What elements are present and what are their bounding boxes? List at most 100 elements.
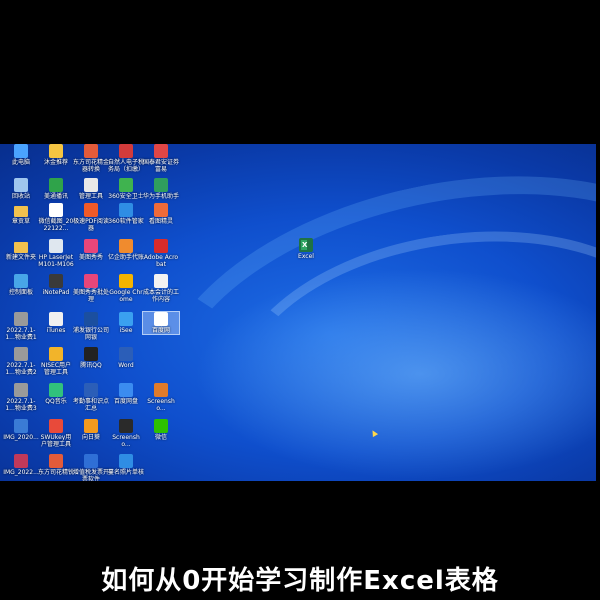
image-icon — [14, 312, 28, 326]
desktop-shortcut[interactable]: 国泰君安证券富易 — [143, 144, 179, 173]
desktop-shortcut[interactable]: iNotePad — [38, 274, 74, 296]
desktop-shortcut[interactable]: 美通播讯 — [38, 178, 74, 200]
desktop-shortcut-label: Google Chrome — [109, 289, 143, 303]
desktop-shortcut[interactable]: Adobe Acrobat — [143, 239, 179, 268]
desktop-shortcut[interactable]: 蔓名照片单核 — [108, 454, 144, 476]
pdf-icon — [84, 203, 98, 217]
desktop-shortcut[interactable]: 新建文件夹 — [3, 239, 39, 261]
folder-icon — [14, 206, 28, 217]
acrobat-icon — [154, 239, 168, 253]
desktop-shortcut[interactable]: 美图秀秀批处理 — [73, 274, 109, 303]
document-icon — [84, 383, 98, 397]
excel-shortcut-label: Excel — [298, 253, 314, 260]
desktop-shortcut[interactable]: 百度网 — [142, 311, 180, 335]
photo-app-icon — [84, 239, 98, 253]
desktop-shortcut[interactable]: 微信 — [143, 419, 179, 441]
image-icon — [14, 419, 28, 433]
desktop-shortcut[interactable]: 微信截图_2022122... — [38, 203, 74, 232]
printer-icon — [49, 239, 63, 253]
desktop-shortcut[interactable]: HP LaserJet M101-M106 — [38, 239, 74, 268]
app-icon — [49, 144, 63, 158]
desktop-shortcut[interactable]: 2022.7.1-1...物业费3 — [3, 383, 39, 412]
desktop-shortcut[interactable]: 360软件管家 — [108, 203, 144, 225]
desktop-shortcut-label: 360软件管家 — [108, 218, 144, 225]
desktop-shortcut[interactable]: iSee — [108, 312, 144, 334]
desktop-shortcut[interactable]: 极速PDF阅读器 — [73, 203, 109, 232]
viewer-icon — [154, 203, 168, 217]
desktop-shortcut-label: Adobe Acrobat — [143, 254, 179, 268]
app-icon — [119, 239, 133, 253]
desktop-shortcut[interactable]: Word — [108, 347, 144, 369]
key-icon — [49, 419, 63, 433]
desktop-shortcut[interactable]: 管理工具 — [73, 178, 109, 200]
desktop-shortcut[interactable]: 看图精灵 — [143, 203, 179, 225]
shield-icon — [119, 178, 133, 192]
desktop-shortcut[interactable]: NISEC用户管理工具 — [38, 347, 74, 376]
wallpaper-light-sweep-2 — [213, 203, 596, 481]
desktop-shortcut[interactable]: 回收站 — [3, 178, 39, 200]
desktop-shortcut[interactable]: 360安全卫士 — [108, 178, 144, 200]
desktop-shortcut[interactable]: Google Chrome — [108, 274, 144, 303]
desktop-shortcut[interactable]: 美图秀秀 — [73, 239, 109, 261]
desktop-shortcut[interactable]: SWUkey用户管理工具 — [38, 419, 74, 448]
tax-icon — [119, 144, 133, 158]
photo-app-icon — [84, 274, 98, 288]
desktop-shortcut[interactable]: 控制面板 — [3, 274, 39, 296]
desktop-shortcut-label: 浦发银行公司网银 — [73, 327, 110, 341]
desktop-shortcut[interactable]: 考勤事和识点汇总 — [73, 383, 109, 412]
desktop-shortcut[interactable]: 百度网盘 — [108, 383, 144, 405]
folder-icon — [14, 242, 28, 253]
desktop-shortcut-label: 微信 — [154, 434, 167, 441]
desktop-shortcut[interactable]: 2022.7.1-1...物业费2 — [3, 347, 39, 376]
stock-icon — [154, 144, 168, 158]
desktop-shortcut-label: Word — [118, 362, 134, 369]
desktop-shortcut[interactable]: 自然人电子税务局（扣缴） — [108, 144, 144, 173]
desktop-shortcut-label: 亿企助手代账 — [108, 254, 145, 261]
desktop-shortcut-label: 回收站 — [11, 193, 30, 200]
desktop-shortcut[interactable]: 增值税发票开票软件 — [73, 454, 109, 481]
notepad-icon — [49, 274, 63, 288]
invoice-icon — [84, 454, 98, 468]
desktop-shortcut[interactable]: Screensho... — [143, 383, 179, 412]
desktop-shortcut-label: QQ音乐 — [45, 398, 67, 405]
cloud-icon — [119, 383, 133, 397]
desktop-shortcut[interactable]: 东方司花精金器转换 — [73, 144, 109, 173]
user-tool-icon — [49, 347, 63, 361]
desktop-shortcut[interactable]: 腾讯QQ — [73, 347, 109, 369]
baidu-icon — [154, 312, 168, 326]
desktop-shortcut-label: 百度网盘 — [113, 398, 138, 405]
image-icon — [119, 419, 133, 433]
desktop-shortcut[interactable]: 华为手机助手 — [143, 178, 179, 200]
desktop-shortcut-label: 自然人电子税务局（扣缴） — [108, 159, 145, 173]
desktop-shortcut-label: iTunes — [46, 327, 66, 334]
desktop-shortcut[interactable]: 沐金推荐 — [38, 144, 74, 166]
desktop-shortcut-label: 新建文件夹 — [5, 254, 36, 261]
desktop-shortcut-label: 考勤事和识点汇总 — [73, 398, 110, 412]
image-icon — [154, 383, 168, 397]
app-icon — [49, 454, 63, 468]
tools-icon — [84, 178, 98, 192]
recycle-bin-icon — [14, 178, 28, 192]
desktop[interactable]: 此电脑 沐金推荐 东方司花精金器转换 自然人电子税务局（扣缴） 国泰君安证券富易 回收站美… — [0, 144, 596, 481]
desktop-shortcut[interactable]: IMG_2020... — [3, 419, 39, 441]
desktop-shortcut[interactable]: 亿企助手代账 — [108, 239, 144, 261]
desktop-shortcut[interactable]: 浦发银行公司网银 — [73, 312, 109, 341]
desktop-shortcut[interactable]: 2022.7.1-1...物业费1 — [3, 312, 39, 341]
desktop-shortcut-label: iSee — [119, 327, 133, 334]
desktop-shortcut[interactable]: 章贡草 — [3, 203, 39, 225]
desktop-shortcut-label: Screensho... — [112, 434, 140, 448]
desktop-shortcut[interactable]: 东方司花精锐 — [38, 454, 74, 476]
app-icon — [119, 454, 133, 468]
desktop-shortcut-label: 向日葵 — [81, 434, 100, 441]
desktop-shortcut[interactable]: QQ音乐 — [38, 383, 74, 405]
desktop-shortcut[interactable]: Screensho... — [108, 419, 144, 448]
sunflower-icon — [84, 419, 98, 433]
desktop-shortcut-label: 腾讯QQ — [80, 362, 102, 369]
excel-shortcut[interactable]: X Excel — [288, 238, 324, 260]
desktop-shortcut[interactable]: 向日葵 — [73, 419, 109, 441]
desktop-shortcut[interactable]: 成本会计的工作内容 — [143, 274, 179, 303]
desktop-shortcut[interactable]: IMG_2022... — [3, 454, 39, 476]
desktop-shortcut[interactable]: 此电脑 — [3, 144, 39, 166]
desktop-shortcut[interactable]: iTunes — [38, 312, 74, 334]
desktop-shortcut-label: 国泰君安证券富易 — [143, 159, 180, 173]
